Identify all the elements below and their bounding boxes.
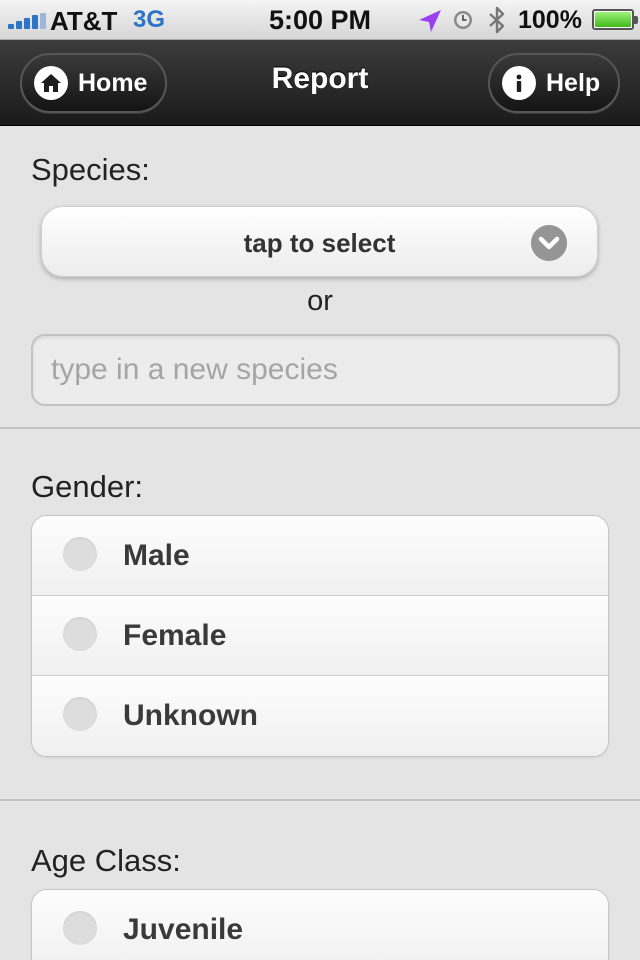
species-select[interactable]: tap to select <box>41 206 598 277</box>
gender-option-unknown[interactable]: Unknown <box>32 676 608 756</box>
age-class-label: Age Class: <box>31 843 181 878</box>
species-section: Species: tap to select or <box>0 127 640 429</box>
radio-button[interactable] <box>63 537 97 571</box>
age-class-section: Age Class: Juvenile <box>0 803 640 960</box>
gender-option-female[interactable]: Female <box>32 596 608 676</box>
info-icon <box>502 66 536 100</box>
species-select-text: tap to select <box>243 228 396 258</box>
status-bar: AT&T 3G 5:00 PM 100% <box>0 0 640 40</box>
or-separator: or <box>307 285 333 317</box>
help-button-label: Help <box>546 68 601 97</box>
battery-percent: 100% <box>518 6 582 34</box>
gender-section: Gender: Male Female Unknown <box>0 431 640 801</box>
gender-radio-group: Male Female Unknown <box>31 515 609 757</box>
species-label: Species: <box>31 152 150 187</box>
help-button[interactable]: Help <box>488 53 620 113</box>
radio-button[interactable] <box>63 617 97 651</box>
radio-label: Juvenile <box>123 913 244 946</box>
radio-label: Female <box>123 619 227 652</box>
age-class-option-juvenile[interactable]: Juvenile <box>32 890 608 960</box>
radio-button[interactable] <box>63 697 97 731</box>
battery-icon <box>592 9 638 30</box>
alarm-clock-icon <box>454 11 472 29</box>
bluetooth-icon <box>489 6 505 34</box>
radio-button[interactable] <box>63 911 97 945</box>
new-species-input[interactable] <box>31 334 620 406</box>
gender-label: Gender: <box>31 469 144 504</box>
radio-label: Male <box>123 539 190 572</box>
navigation-header: Home Report Help <box>0 40 640 126</box>
radio-label: Unknown <box>123 699 258 732</box>
location-arrow-icon <box>419 10 441 32</box>
age-class-radio-group: Juvenile <box>31 889 609 960</box>
gender-option-male[interactable]: Male <box>32 516 608 596</box>
chevron-down-icon <box>531 225 567 261</box>
